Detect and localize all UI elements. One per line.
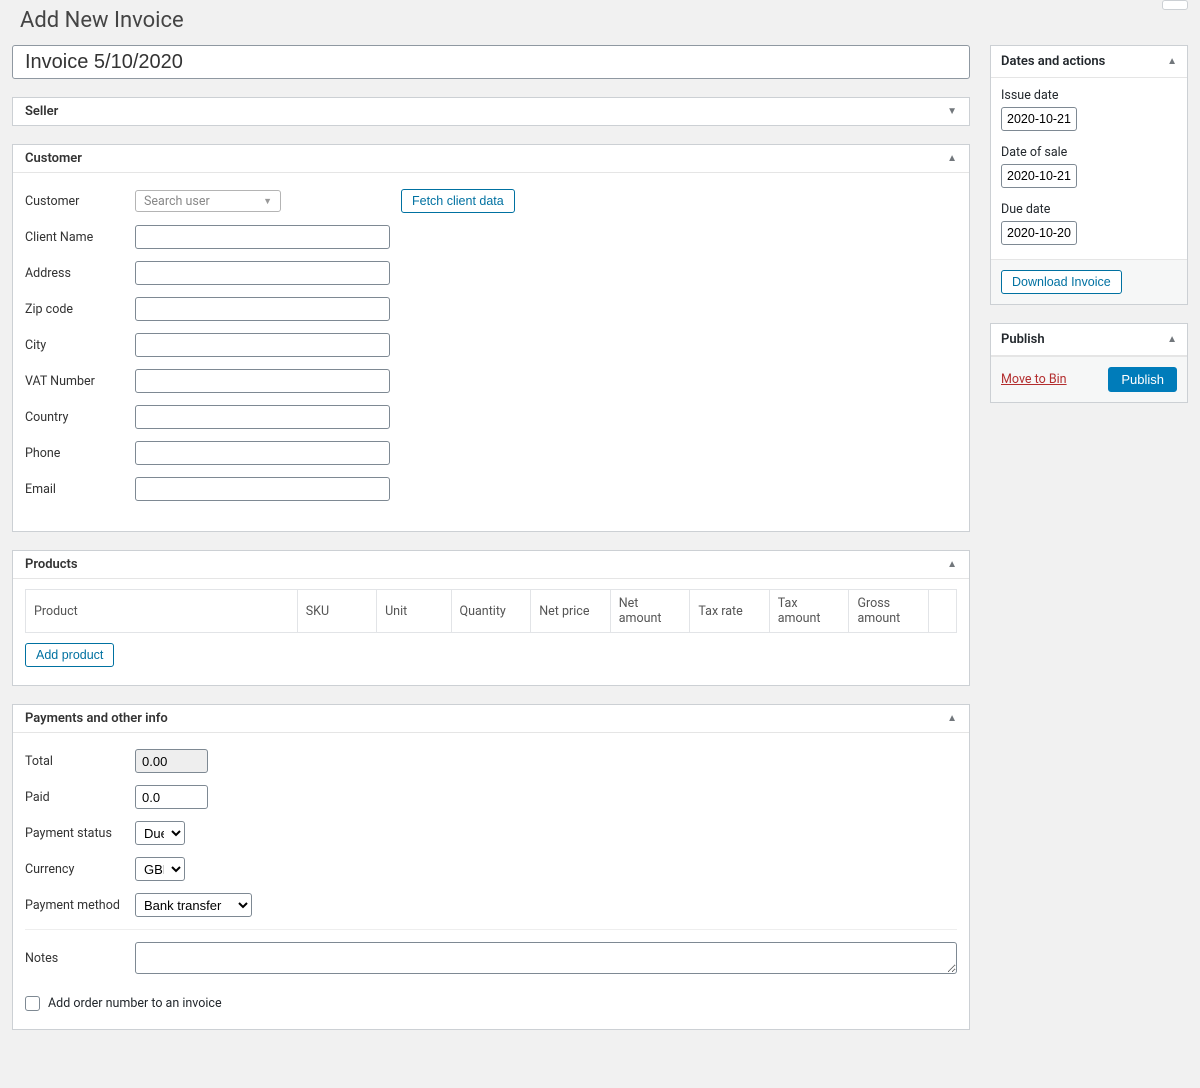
products-table: Product SKU Unit Quantity Net price Net … bbox=[25, 589, 957, 633]
payment-method-label: Payment method bbox=[25, 898, 135, 913]
issue-date-input[interactable] bbox=[1001, 107, 1077, 131]
country-label: Country bbox=[25, 410, 135, 425]
due-date-label: Due date bbox=[1001, 202, 1177, 217]
vat-input[interactable] bbox=[135, 369, 390, 393]
col-unit: Unit bbox=[377, 590, 451, 633]
payments-panel-title: Payments and other info bbox=[25, 711, 168, 726]
move-to-bin-link[interactable]: Move to Bin bbox=[1001, 372, 1067, 387]
customer-panel: Customer ▲ Customer Search user ▼ bbox=[12, 144, 970, 532]
chevron-up-icon: ▲ bbox=[947, 153, 957, 164]
notes-textarea[interactable] bbox=[135, 942, 957, 974]
payments-panel: Payments and other info ▲ Total Paid Pay… bbox=[12, 704, 970, 1030]
chevron-up-icon: ▲ bbox=[1167, 56, 1177, 67]
payment-status-select[interactable]: Due bbox=[135, 821, 185, 845]
col-gross-amount: Gross amount bbox=[849, 590, 929, 633]
chevron-up-icon: ▲ bbox=[947, 713, 957, 724]
customer-search-select[interactable]: Search user ▼ bbox=[135, 190, 281, 212]
dates-panel: Dates and actions ▲ Issue date Date of s… bbox=[990, 45, 1188, 305]
col-net-amount: Net amount bbox=[610, 590, 690, 633]
city-label: City bbox=[25, 338, 135, 353]
city-input[interactable] bbox=[135, 333, 390, 357]
add-order-number-label: Add order number to an invoice bbox=[48, 996, 222, 1011]
dates-panel-header[interactable]: Dates and actions ▲ bbox=[991, 46, 1187, 78]
phone-input[interactable] bbox=[135, 441, 390, 465]
page-title: Add New Invoice bbox=[20, 8, 1180, 33]
client-name-input[interactable] bbox=[135, 225, 390, 249]
currency-select[interactable]: GBP bbox=[135, 857, 185, 881]
col-tax-amount: Tax amount bbox=[769, 590, 849, 633]
total-value bbox=[135, 749, 208, 773]
products-panel-header[interactable]: Products ▲ bbox=[13, 551, 969, 579]
paid-label: Paid bbox=[25, 790, 135, 805]
chevron-down-icon: ▼ bbox=[263, 196, 272, 207]
publish-panel-title: Publish bbox=[1001, 332, 1045, 347]
products-panel-title: Products bbox=[25, 557, 78, 572]
zip-input[interactable] bbox=[135, 297, 390, 321]
notes-label: Notes bbox=[25, 951, 135, 966]
col-sku: SKU bbox=[297, 590, 376, 633]
address-label: Address bbox=[25, 266, 135, 281]
publish-button[interactable]: Publish bbox=[1108, 367, 1177, 392]
col-quantity: Quantity bbox=[451, 590, 531, 633]
seller-panel-header[interactable]: Seller ▼ bbox=[13, 98, 969, 125]
col-net-price: Net price bbox=[531, 590, 610, 633]
col-tax-rate: Tax rate bbox=[690, 590, 769, 633]
chevron-up-icon: ▲ bbox=[947, 559, 957, 570]
country-input[interactable] bbox=[135, 405, 390, 429]
chevron-up-icon: ▲ bbox=[1167, 334, 1177, 345]
invoice-title-input[interactable] bbox=[12, 45, 970, 79]
download-invoice-button[interactable]: Download Invoice bbox=[1001, 270, 1122, 294]
vat-label: VAT Number bbox=[25, 374, 135, 389]
col-product: Product bbox=[26, 590, 298, 633]
total-label: Total bbox=[25, 754, 135, 769]
products-panel: Products ▲ Product SKU Unit Quantity Net… bbox=[12, 550, 970, 686]
client-name-label: Client Name bbox=[25, 230, 135, 245]
col-action bbox=[929, 590, 957, 633]
chevron-down-icon: ▼ bbox=[947, 106, 957, 117]
sale-date-label: Date of sale bbox=[1001, 145, 1177, 160]
customer-panel-header[interactable]: Customer ▲ bbox=[13, 145, 969, 173]
fetch-client-data-button[interactable]: Fetch client data bbox=[401, 189, 515, 213]
sale-date-input[interactable] bbox=[1001, 164, 1077, 188]
email-label: Email bbox=[25, 482, 135, 497]
address-input[interactable] bbox=[135, 261, 390, 285]
customer-label: Customer bbox=[25, 194, 135, 209]
issue-date-label: Issue date bbox=[1001, 88, 1177, 103]
currency-label: Currency bbox=[25, 862, 135, 877]
add-product-button[interactable]: Add product bbox=[25, 643, 114, 667]
add-order-number-checkbox[interactable] bbox=[25, 996, 40, 1011]
publish-panel: Publish ▲ Move to Bin Publish bbox=[990, 323, 1188, 403]
dates-panel-title: Dates and actions bbox=[1001, 54, 1105, 69]
due-date-input[interactable] bbox=[1001, 221, 1077, 245]
customer-search-placeholder: Search user bbox=[144, 194, 210, 209]
paid-input[interactable] bbox=[135, 785, 208, 809]
customer-panel-title: Customer bbox=[25, 151, 82, 166]
publish-panel-header[interactable]: Publish ▲ bbox=[991, 324, 1187, 356]
email-input[interactable] bbox=[135, 477, 390, 501]
payment-status-label: Payment status bbox=[25, 826, 135, 841]
payments-panel-header[interactable]: Payments and other info ▲ bbox=[13, 705, 969, 733]
zip-label: Zip code bbox=[25, 302, 135, 317]
seller-panel: Seller ▼ bbox=[12, 97, 970, 126]
phone-label: Phone bbox=[25, 446, 135, 461]
screen-options-button[interactable] bbox=[1162, 0, 1188, 10]
seller-panel-title: Seller bbox=[25, 104, 58, 119]
payment-method-select[interactable]: Bank transfer bbox=[135, 893, 252, 917]
